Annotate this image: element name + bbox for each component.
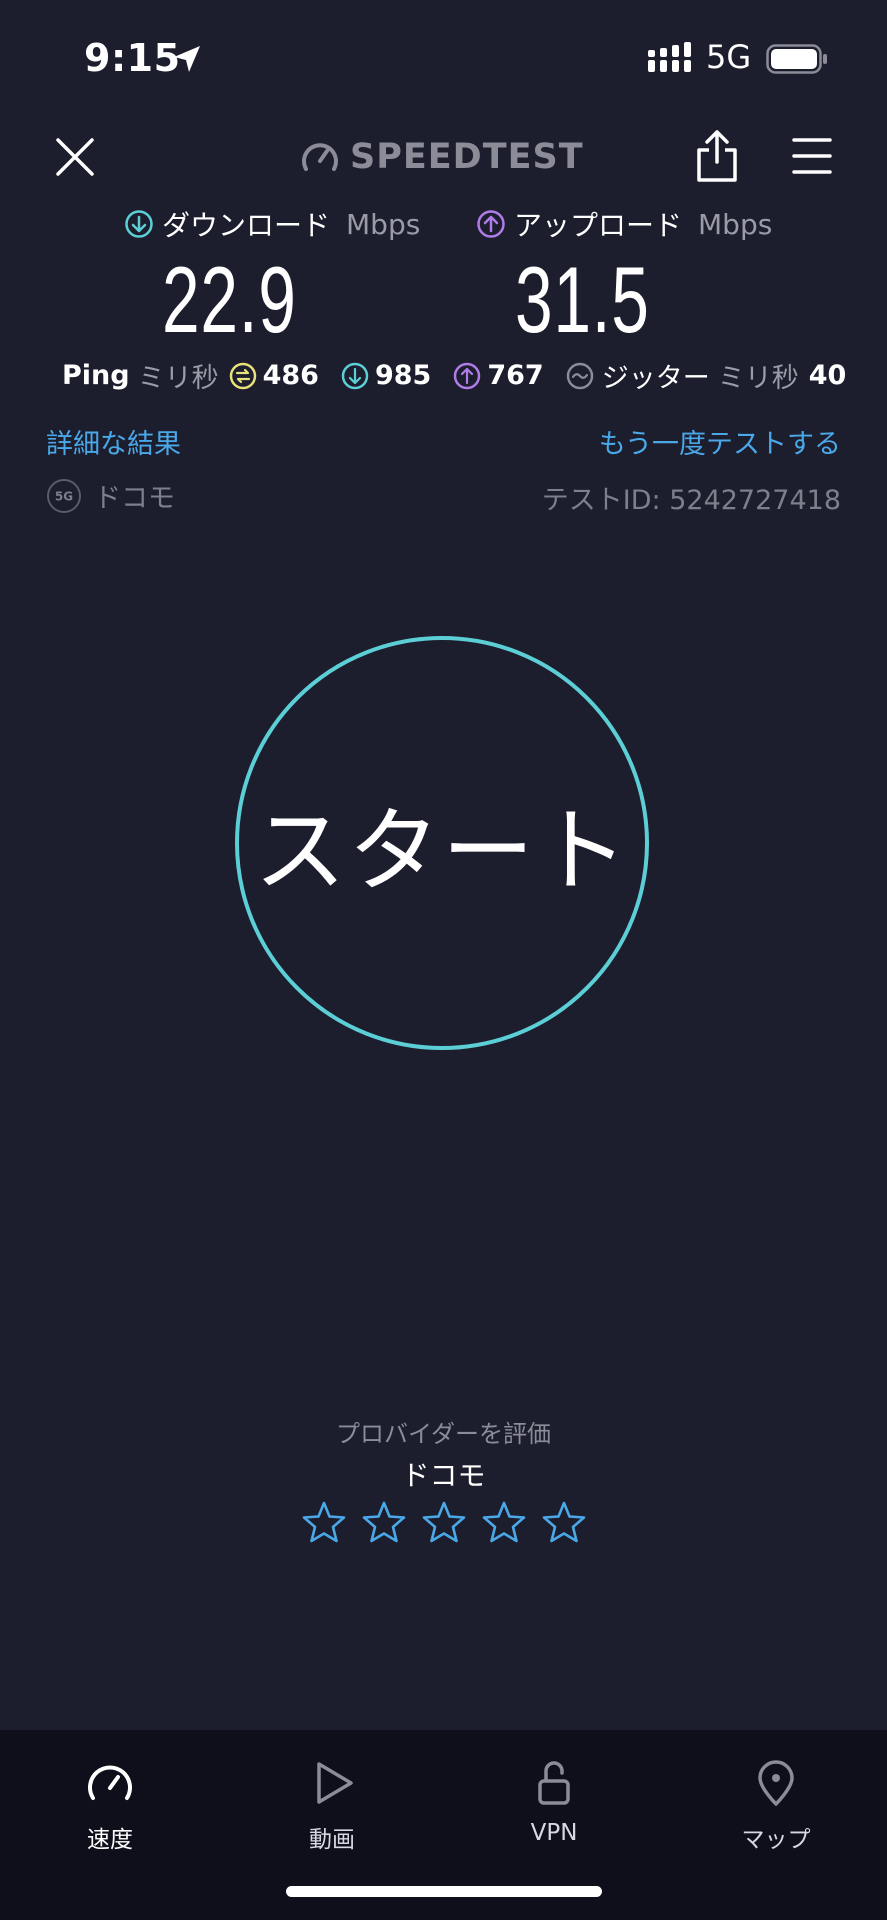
5g-badge-text: 5G [55, 489, 73, 503]
retest-link[interactable]: もう一度テストする [599, 422, 841, 461]
download-unit: Mbps [346, 207, 421, 241]
battery-icon [766, 44, 827, 74]
carrier-name: ドコモ [94, 483, 175, 514]
download-arrow-icon [125, 210, 153, 238]
jitter-value: 40 [808, 360, 847, 391]
carrier-info: 5G ドコモ [46, 476, 175, 515]
star-icon-2[interactable] [362, 1500, 406, 1544]
upload-arrow-icon [477, 210, 505, 238]
play-icon [317, 1762, 353, 1804]
map-pin-icon [758, 1760, 794, 1806]
download-latency [341, 362, 369, 390]
nav-video-label: 動画 [309, 1827, 355, 1853]
download-label-text: ダウンロード [162, 209, 331, 242]
nav-vpn[interactable]: VPN [474, 1758, 634, 1846]
download-label: ダウンロード Mbps [124, 204, 420, 244]
ping-row: Ping ミリ秒 486 985 767 ジッター ミリ秒 40 [62, 356, 846, 395]
ping-idle-value: 486 [262, 360, 319, 391]
5g-badge-icon: 5G [47, 478, 81, 513]
home-indicator[interactable] [286, 1886, 602, 1897]
upload-latency-icon [454, 362, 481, 389]
star-icon-3[interactable] [422, 1500, 466, 1544]
idle-latency [229, 362, 257, 390]
network-type: 5G [706, 38, 752, 76]
jitter-icon [566, 362, 593, 389]
star-icon-4[interactable] [482, 1500, 526, 1544]
logo-text: SPEEDTEST [350, 137, 584, 177]
idle-latency-icon [229, 362, 256, 389]
start-button[interactable]: スタート [235, 636, 649, 1050]
ping-upload-value: 767 [487, 360, 544, 391]
download-value: 22.9 [162, 247, 297, 352]
upload-value: 31.5 [515, 247, 650, 352]
rate-provider-name: ドコモ [401, 1459, 486, 1492]
speedometer-icon [88, 1765, 132, 1800]
ping-label: Ping [62, 360, 130, 391]
rate-provider-title: プロバイダーを評価 [335, 1420, 552, 1448]
location-arrow-icon [174, 46, 200, 72]
jitter-label: ジッター [601, 363, 710, 394]
detailed-results-link[interactable]: 詳細な結果 [46, 422, 181, 461]
nav-vpn-label: VPN [530, 1820, 578, 1846]
share-icon[interactable] [695, 128, 739, 184]
signal-icon [648, 42, 691, 72]
upload-unit: Mbps [698, 207, 773, 241]
upload-latency [453, 362, 481, 390]
download-latency-icon [341, 362, 369, 389]
speedtest-logo: SPEEDTEST [300, 134, 584, 180]
nav-speed-label: 速度 [87, 1827, 133, 1853]
upload-label: アップロード Mbps [476, 204, 772, 244]
upload-label-text: アップロード [514, 209, 683, 242]
nav-map-label: マップ [741, 1827, 811, 1853]
jitter [566, 362, 594, 390]
ping-unit: ミリ秒 [137, 363, 219, 394]
start-button-label: スタート [253, 797, 630, 905]
nav-speed[interactable]: 速度 [30, 1758, 190, 1854]
ping-download-value: 985 [374, 360, 432, 391]
status-time: 9:15 [84, 36, 181, 80]
star-icon-5[interactable] [542, 1500, 586, 1544]
test-id: テストID: 5242727418 [541, 485, 841, 516]
unlock-icon [538, 1761, 570, 1805]
nav-video[interactable]: 動画 [252, 1758, 412, 1854]
star-rating [0, 1500, 887, 1544]
menu-icon[interactable] [792, 136, 832, 176]
jitter-unit: ミリ秒 [717, 363, 799, 394]
speedometer-icon [302, 143, 338, 171]
close-icon[interactable] [50, 132, 100, 182]
nav-map[interactable]: マップ [696, 1758, 856, 1854]
star-icon-1[interactable] [302, 1500, 346, 1544]
